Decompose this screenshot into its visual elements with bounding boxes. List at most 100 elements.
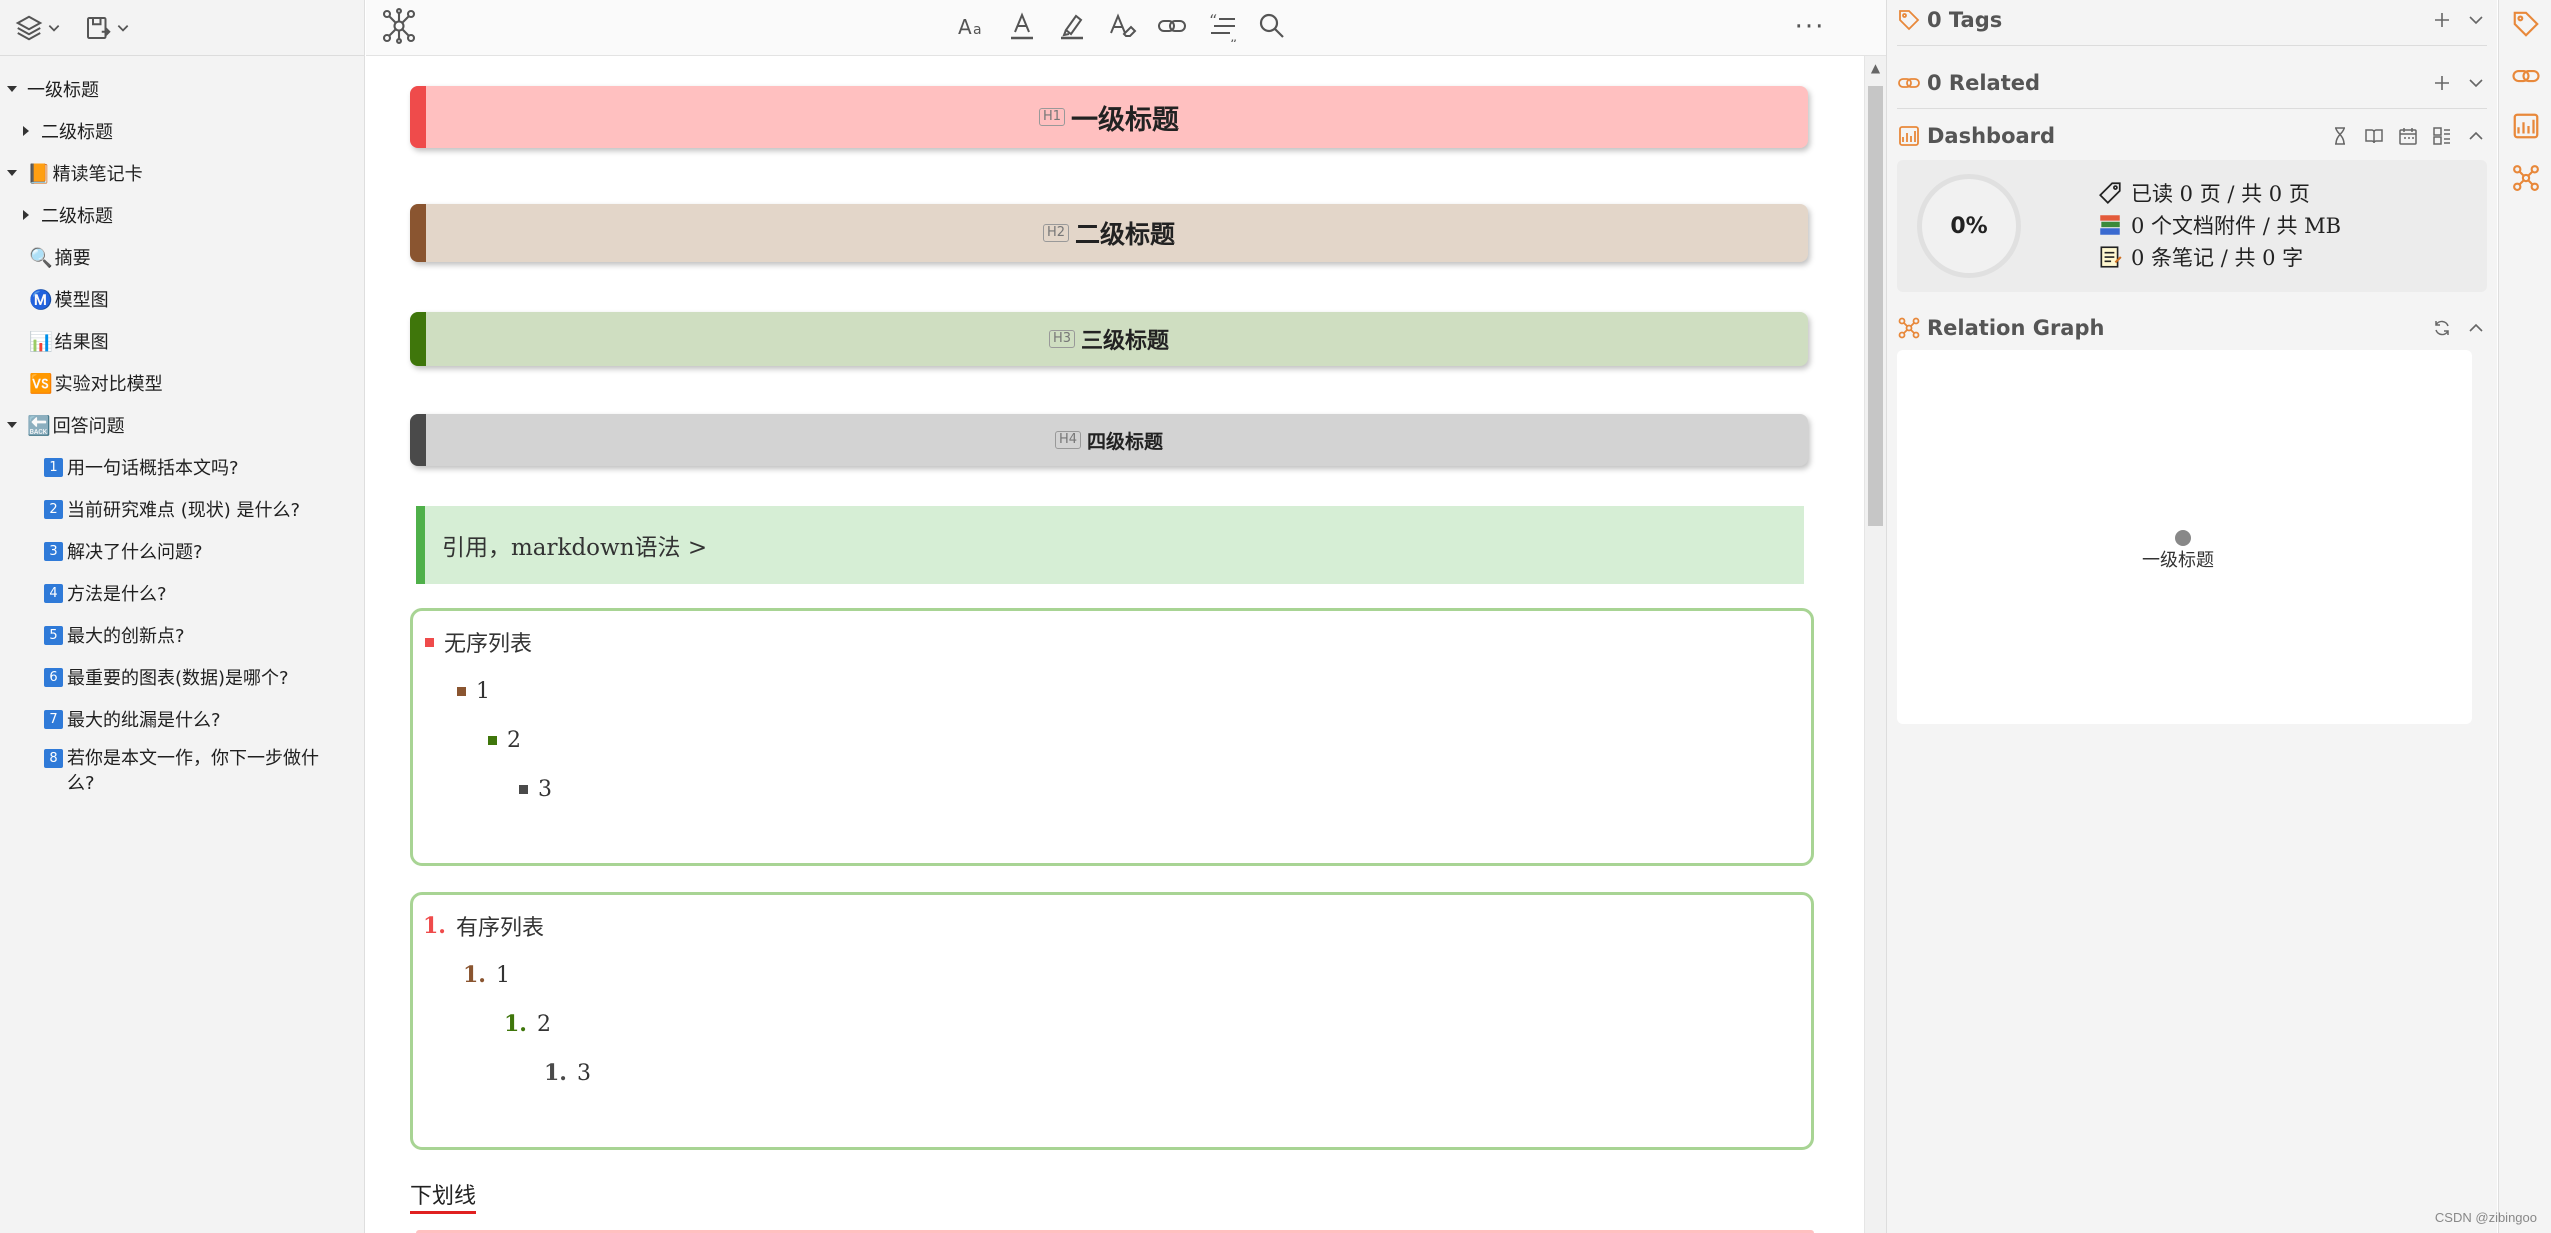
outline-item-q3[interactable]: 3 解决了什么问题? [0, 530, 364, 572]
heading-text: 一级标题 [1071, 104, 1180, 136]
dashboard-title: Dashboard [1927, 124, 2056, 148]
collapse-arrow-icon[interactable] [4, 417, 20, 433]
graph-node[interactable] [2175, 530, 2191, 546]
quote-icon: “„ [1209, 11, 1237, 42]
calendar-button[interactable] [2397, 125, 2419, 147]
pages-stat: 已读 0 页 / 共 0 页 [2097, 178, 2310, 208]
text-color-button[interactable] [1004, 8, 1040, 44]
tags-count: 0 Tags [1927, 8, 2003, 32]
heading-color-bar [410, 86, 426, 148]
bookmark-tag-icon [2099, 182, 2121, 204]
book-icon [2365, 129, 2383, 144]
collapse-arrow-icon[interactable] [4, 165, 20, 181]
heading-3[interactable]: H3 三级标题 [410, 312, 1808, 366]
outline-item-h2[interactable]: 二级标题 [0, 110, 364, 152]
heading-text: 四级标题 [1087, 430, 1164, 453]
outline-item-model-figure[interactable]: Ⓜ️ 模型图 [0, 278, 364, 320]
refresh-graph-button[interactable] [2431, 317, 2453, 339]
outline-item-label: 最大的纰漏是什么? [67, 710, 221, 731]
nav-relation-graph-button[interactable] [2510, 162, 2542, 194]
dashboard-section-header[interactable]: Dashboard [1897, 116, 2487, 156]
bullet-icon [425, 637, 434, 647]
expand-arrow-icon[interactable] [18, 207, 34, 223]
collapse-dashboard-button[interactable] [2465, 125, 2487, 147]
underlined-text[interactable]: 下划线 [410, 1178, 477, 1214]
outline-item-questions[interactable]: 🔙 回答问题 [0, 404, 364, 446]
find-button[interactable] [1254, 8, 1290, 44]
outline-item-label: 精读笔记卡 [52, 164, 143, 185]
ordered-list[interactable]: 1. 有序列表 1. 1 1. 2 1. 3 [410, 892, 1814, 1150]
list-item: 1. 2 [504, 1011, 551, 1037]
editor-scrollbar[interactable]: ▲ [1864, 56, 1886, 1233]
collapse-graph-button[interactable] [2465, 317, 2487, 339]
expand-tags-button[interactable] [2465, 9, 2487, 31]
list-item: 1 [457, 676, 490, 706]
layout-button[interactable] [2431, 125, 2453, 147]
svg-text:„: „ [1230, 29, 1237, 42]
outline-item-label: 用一句话概括本文吗? [67, 458, 239, 479]
nav-tags-button[interactable] [2510, 8, 2542, 40]
clear-format-button[interactable] [1104, 8, 1140, 44]
bar-chart-icon: 📊 [29, 330, 53, 353]
expand-related-button[interactable] [2465, 72, 2487, 94]
collapse-arrow-icon[interactable] [4, 81, 20, 97]
watermark: CSDN @zibingoo [2434, 1210, 2537, 1225]
heading-4[interactable]: H4 四级标题 [410, 414, 1808, 466]
outline-item-q2[interactable]: 2 当前研究难点 (现状) 是什么? [0, 488, 364, 530]
attachments-stat: 0 个文档附件 / 共 MB [2097, 210, 2341, 240]
nav-related-button[interactable] [2510, 60, 2542, 92]
outline-item-q1[interactable]: 1 用一句话概括本文吗? [0, 446, 364, 488]
note-editor: Aa “„ ··· H1 一级标题 H2 二级标题 H3 三级标题 H4 四级标… [366, 0, 1886, 1233]
outline-item-result-figure[interactable]: 📊 结果图 [0, 320, 364, 362]
outline-tree: 一级标题 二级标题 📙 精读笔记卡 二级标题 🔍 摘要 Ⓜ️ 模型图 📊 结果图 [0, 56, 364, 796]
list-item: 2 [488, 725, 521, 755]
mind-map-button[interactable] [379, 6, 419, 46]
outline-item-q6[interactable]: 6 最重要的图表(数据)是哪个? [0, 656, 364, 698]
relation-graph-canvas[interactable]: 一级标题 [1897, 350, 2472, 724]
outline-item-q5[interactable]: 5 最大的创新点? [0, 614, 364, 656]
save-menu-button[interactable] [83, 13, 130, 43]
reading-progress-ring: 0% [1917, 174, 2021, 278]
related-section-header[interactable]: 0 Related [1897, 63, 2487, 103]
outline-item-label: 最重要的图表(数据)是哪个? [67, 668, 289, 689]
link-button[interactable] [1154, 8, 1190, 44]
relation-graph-section-header[interactable]: Relation Graph [1897, 308, 2487, 348]
add-related-button[interactable] [2431, 72, 2453, 94]
outline-item-abstract[interactable]: 🔍 摘要 [0, 236, 364, 278]
tags-section-header[interactable]: 0 Tags [1897, 0, 2487, 40]
blockquote[interactable]: 引用，markdown语法 > [416, 506, 1804, 584]
add-tag-button[interactable] [2431, 9, 2453, 31]
outline-item-h2[interactable]: 二级标题 [0, 194, 364, 236]
scroll-up-icon[interactable]: ▲ [1865, 56, 1886, 80]
notebook-icon: 📙 [27, 162, 51, 185]
graph-nodes-icon [2513, 165, 2539, 191]
notes-stat: 0 条笔记 / 共 0 字 [2097, 242, 2303, 272]
reading-time-button[interactable] [2329, 125, 2351, 147]
item-pane: 0 Tags 0 Related Dashboard 0% 已读 0 页 / 共… [1886, 0, 2497, 1233]
heading-2[interactable]: H2 二级标题 [410, 204, 1808, 262]
outline-item-h1[interactable]: 一级标题 [0, 68, 364, 110]
scrollbar-thumb[interactable] [1868, 86, 1883, 526]
heading-text: 三级标题 [1081, 328, 1170, 354]
reading-book-button[interactable] [2363, 125, 2385, 147]
layers-menu-button[interactable] [14, 13, 61, 43]
outline-item-q7[interactable]: 7 最大的纰漏是什么? [0, 698, 364, 740]
highlight-button[interactable] [1054, 8, 1090, 44]
outline-item-label: 二级标题 [41, 206, 113, 227]
expand-arrow-icon[interactable] [18, 123, 34, 139]
cite-button[interactable]: “„ [1204, 8, 1240, 44]
outline-item-q8[interactable]: 8 若你是本文一作，你下一步做什么? [0, 740, 364, 796]
heading-level-badge: H4 [1054, 431, 1082, 449]
heading-1[interactable]: H1 一级标题 [410, 86, 1808, 148]
nav-dashboard-button[interactable] [2510, 110, 2542, 142]
outline-item-reading-card[interactable]: 📙 精读笔记卡 [0, 152, 364, 194]
keycap-5-icon: 5 [44, 625, 63, 645]
outline-item-comparison[interactable]: 🆚 实验对比模型 [0, 362, 364, 404]
editor-toolbar: Aa “„ ··· [366, 0, 1886, 56]
text-size-button[interactable]: Aa [954, 8, 990, 44]
list-item: 1. 有序列表 [423, 913, 544, 941]
outline-item-q4[interactable]: 4 方法是什么? [0, 572, 364, 614]
svg-text:“: “ [1209, 11, 1217, 30]
unordered-list[interactable]: 无序列表 1 2 3 [410, 608, 1814, 866]
more-options-button[interactable]: ··· [1792, 12, 1828, 42]
